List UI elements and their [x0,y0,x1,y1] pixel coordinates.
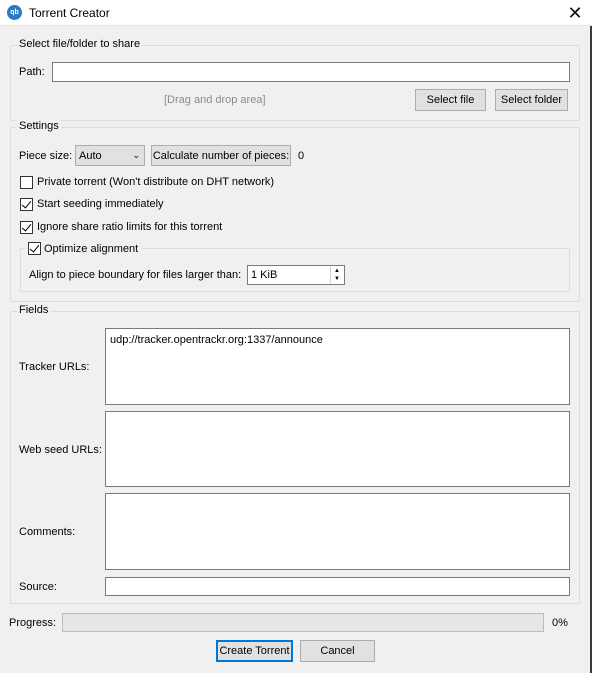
qbittorrent-logo-icon: qb [7,5,22,20]
tracker-urls-textarea[interactable]: udp://tracker.opentrackr.org:1337/announ… [105,328,570,405]
progress-label: Progress: [9,617,57,629]
path-label: Path: [19,66,45,78]
source-label: Source: [19,581,57,593]
path-input[interactable] [52,62,570,82]
fields-legend: Fields [17,304,51,316]
web-seed-urls-textarea[interactable] [105,411,570,487]
tracker-urls-value: udp://tracker.opentrackr.org:1337/announ… [110,334,323,346]
optimize-alignment-checkbox[interactable] [28,242,41,255]
title-bar: qb Torrent Creator ✕ [0,0,592,26]
web-seed-urls-label: Web seed URLs: [19,444,102,456]
progress-bar [62,613,544,632]
progress-percent: 0% [552,617,568,629]
ignore-ratio-checkbox[interactable] [20,221,33,234]
create-torrent-button[interactable]: Create Torrent [216,640,293,662]
tracker-urls-label: Tracker URLs: [19,361,90,373]
piece-size-label: Piece size: [19,150,73,162]
select-folder-button[interactable]: Select folder [495,89,568,111]
ignore-ratio-label: Ignore share ratio limits for this torre… [37,221,223,233]
private-torrent-checkbox[interactable] [20,176,33,189]
close-icon[interactable]: ✕ [558,0,592,26]
comments-label: Comments: [19,526,76,538]
start-seeding-checkbox[interactable] [20,198,33,211]
private-torrent-label: Private torrent (Won't distribute on DHT… [37,176,275,188]
source-input[interactable] [105,577,570,596]
spin-arrows-icon[interactable]: ▲ ▼ [330,267,343,283]
chevron-down-icon: ⌄ [132,150,140,160]
pieces-count: 0 [298,150,305,162]
align-boundary-spinbox[interactable]: 1 KiB ▲ ▼ [247,265,345,285]
optimize-alignment-label: Optimize alignment [44,243,139,255]
comments-textarea[interactable] [105,493,570,570]
select-file-button[interactable]: Select file [415,89,486,111]
piece-size-select[interactable]: Auto ⌄ [75,145,145,166]
window-title: Torrent Creator [29,6,110,20]
start-seeding-label: Start seeding immediately [37,198,164,210]
calculate-pieces-button[interactable]: Calculate number of pieces: [151,145,291,166]
settings-legend: Settings [17,120,61,132]
cancel-button[interactable]: Cancel [300,640,375,662]
file-folder-legend: Select file/folder to share [17,38,143,50]
piece-size-value: Auto [79,150,102,162]
drag-drop-area[interactable]: [Drag and drop area] [164,94,266,106]
align-boundary-value: 1 KiB [251,269,278,281]
align-boundary-label: Align to piece boundary for files larger… [29,269,242,281]
